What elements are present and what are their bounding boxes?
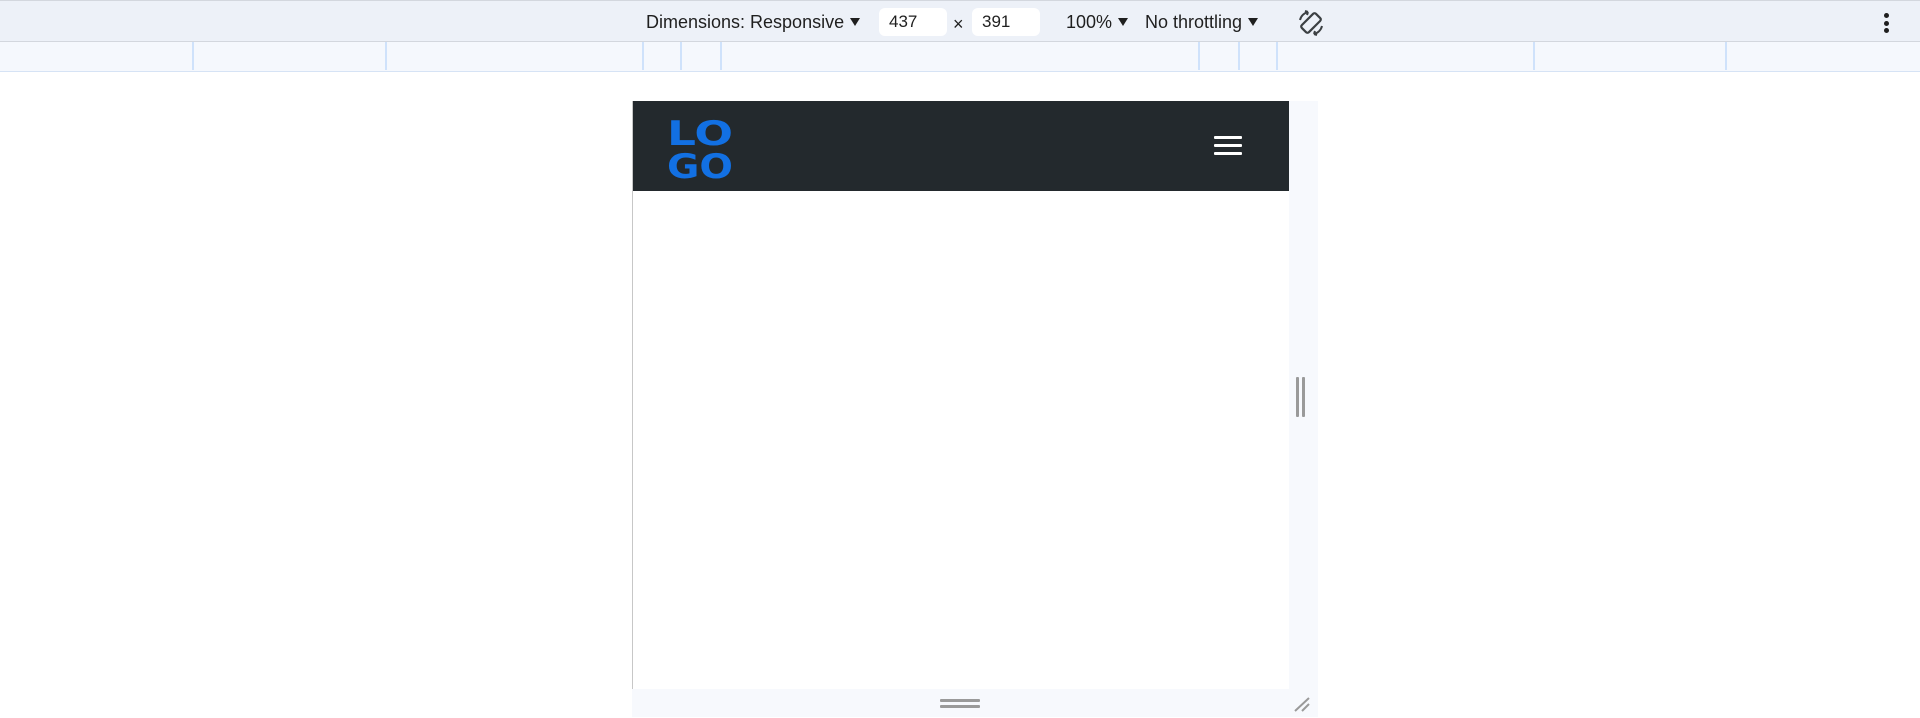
throttling-dropdown[interactable]: No throttling <box>1145 11 1259 33</box>
media-query-bar[interactable] <box>0 42 1920 72</box>
device-viewport: LO GO <box>632 101 1289 689</box>
throttling-label: No throttling <box>1145 11 1243 32</box>
hamburger-menu-icon[interactable] <box>1211 134 1245 158</box>
rotate-icon[interactable] <box>1296 8 1326 38</box>
zoom-label: 100% <box>1066 11 1113 32</box>
device-toolbar: Dimensions: Responsive × 100% No throttl… <box>0 0 1920 42</box>
media-query-marker[interactable] <box>720 42 722 70</box>
dimension-separator: × <box>953 14 964 34</box>
kebab-menu-icon[interactable] <box>1876 11 1896 35</box>
caret-down-icon <box>850 18 861 26</box>
dimensions-label: Dimensions: Responsive <box>646 11 845 32</box>
site-navbar: LO GO <box>633 101 1289 191</box>
media-query-marker[interactable] <box>1725 42 1727 70</box>
dimensions-dropdown[interactable]: Dimensions: Responsive <box>646 11 861 33</box>
media-query-marker[interactable] <box>385 42 387 70</box>
resize-handle-icon[interactable] <box>940 699 980 708</box>
caret-down-icon <box>1248 18 1259 26</box>
media-query-marker[interactable] <box>192 42 194 70</box>
media-query-marker[interactable] <box>1276 42 1278 70</box>
caret-down-icon <box>1118 18 1129 26</box>
media-query-marker[interactable] <box>1238 42 1240 70</box>
logo-line-2: GO <box>667 147 733 179</box>
width-input[interactable] <box>879 8 947 36</box>
site-logo[interactable]: LO GO <box>667 115 735 179</box>
media-query-marker[interactable] <box>1533 42 1535 70</box>
media-query-marker[interactable] <box>1198 42 1200 70</box>
media-query-marker[interactable] <box>680 42 682 70</box>
resize-handle-icon[interactable] <box>1296 377 1305 417</box>
device-frame: LO GO <box>632 101 1318 717</box>
media-query-marker[interactable] <box>642 42 644 70</box>
zoom-dropdown[interactable]: 100% <box>1066 11 1129 33</box>
height-input[interactable] <box>972 8 1040 36</box>
resize-corner-icon[interactable] <box>1292 695 1312 713</box>
